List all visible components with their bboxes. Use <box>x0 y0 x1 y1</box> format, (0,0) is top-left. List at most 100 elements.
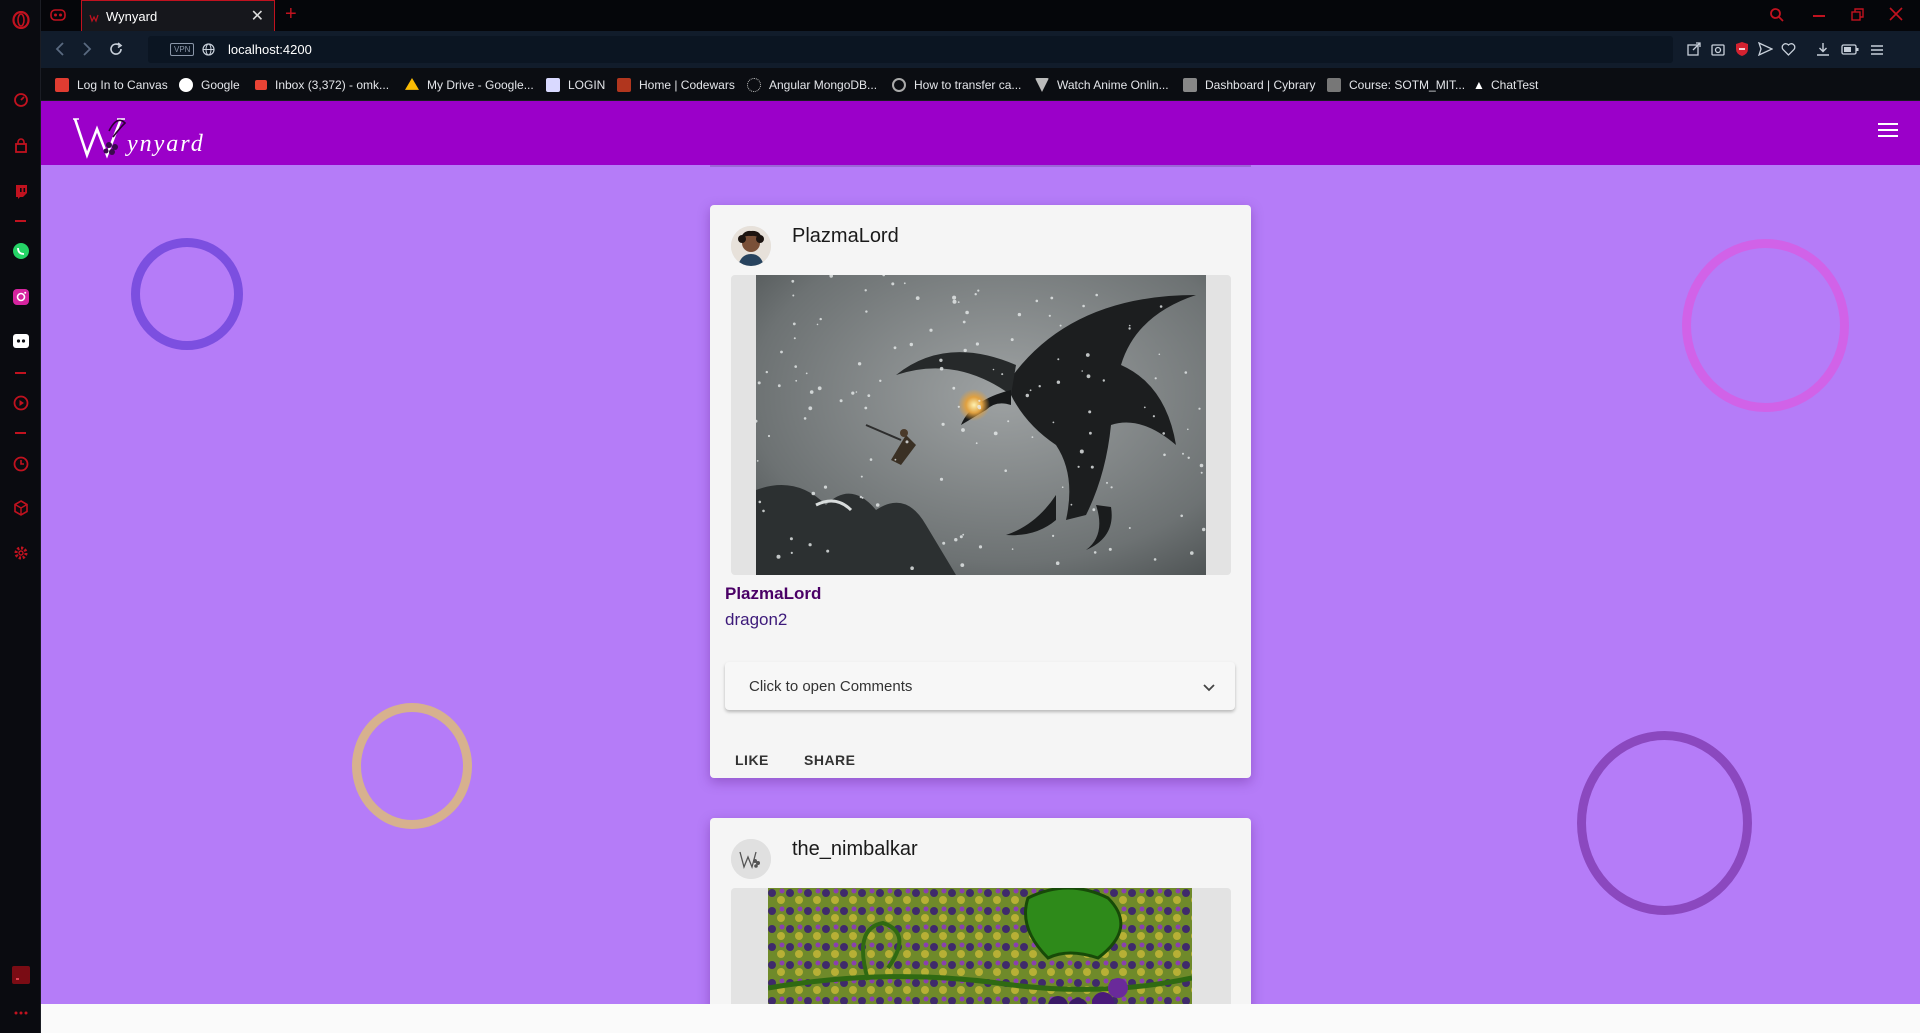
login-icon <box>546 78 560 92</box>
bookmark-label: My Drive - Google... <box>427 78 534 92</box>
opera-logo-icon[interactable] <box>10 9 31 30</box>
previous-post-card-edge <box>710 165 1251 167</box>
instagram-icon[interactable] <box>10 286 31 307</box>
user-avatar[interactable] <box>731 226 771 266</box>
bookmark-label: Google <box>201 78 240 92</box>
bookmark-item[interactable]: Angular MongoDB... <box>747 77 877 93</box>
bookmark-item[interactable]: Home | Codewars <box>617 77 735 93</box>
bookmark-item[interactable]: Google <box>179 77 240 93</box>
sidebar-separator <box>15 432 26 434</box>
comments-panel-label: Click to open Comments <box>749 678 913 695</box>
twitch-icon[interactable] <box>10 180 31 201</box>
vpn-badge[interactable]: VPN <box>170 43 195 56</box>
address-bar[interactable]: VPN localhost:4200 <box>148 36 1673 63</box>
anime-icon <box>1035 78 1049 92</box>
bookmark-item[interactable]: Watch Anime Onlin... <box>1035 77 1169 93</box>
bookmark-label: LOGIN <box>568 78 606 92</box>
bookmark-item[interactable]: My Drive - Google... <box>405 77 534 93</box>
post-image[interactable] <box>756 275 1206 575</box>
decorative-ring <box>131 238 243 350</box>
bookmark-label: Dashboard | Cybrary <box>1205 78 1316 92</box>
gmail-icon <box>255 80 267 90</box>
decorative-ring <box>352 703 472 829</box>
post-image-frame <box>731 275 1231 575</box>
github-icon <box>892 78 906 92</box>
forward-icon[interactable] <box>82 42 92 61</box>
snapshot-icon[interactable] <box>1711 42 1725 61</box>
settings-icon[interactable] <box>10 542 31 563</box>
tab-close-button[interactable]: ✕ <box>251 6 264 26</box>
sidebar-app-icon[interactable] <box>10 964 31 985</box>
battery-saver-icon[interactable] <box>1841 43 1859 61</box>
tab-search-icon[interactable] <box>1769 7 1785 28</box>
downloads-icon[interactable] <box>1816 42 1830 61</box>
app-viewport: ynyard PlazmaLord PlazmaLord dragon2 Cli… <box>41 101 1920 1004</box>
close-window-button[interactable] <box>1889 7 1903 26</box>
url-input[interactable]: localhost:4200 <box>228 42 312 57</box>
bookmark-item[interactable]: How to transfer ca... <box>892 77 1021 93</box>
globe-icon <box>202 43 215 61</box>
tab-wynyard[interactable]: Wynyard ✕ <box>81 0 275 31</box>
post-caption: dragon2 <box>725 610 788 629</box>
adblock-icon[interactable] <box>1735 41 1749 62</box>
decorative-ring <box>1682 239 1849 412</box>
user-avatar[interactable] <box>731 839 771 879</box>
more-icon[interactable] <box>10 1002 31 1023</box>
bookmark-label: How to transfer ca... <box>914 78 1022 92</box>
drive-icon <box>405 78 419 90</box>
google-icon <box>179 78 193 92</box>
share-page-icon[interactable] <box>1687 42 1701 61</box>
favorites-heart-icon[interactable] <box>1781 42 1796 61</box>
tab-title: Wynyard <box>106 9 158 24</box>
bookmark-label: Watch Anime Onlin... <box>1057 78 1169 92</box>
page-bottom-strip <box>41 1004 1920 1033</box>
post-card: PlazmaLord PlazmaLord dragon2 Click to o… <box>710 205 1251 778</box>
bookmark-item[interactable]: Inbox (3,372) - omk... <box>255 77 389 93</box>
sidebar-separator <box>15 372 26 374</box>
angular-icon <box>747 78 761 92</box>
app-toolbar: ynyard <box>41 101 1920 165</box>
hamburger-menu-icon[interactable] <box>1878 123 1898 139</box>
discord-icon[interactable] <box>10 330 31 351</box>
comments-expansion-panel[interactable]: Click to open Comments <box>725 662 1235 710</box>
bookmark-item[interactable]: Dashboard | Cybrary <box>1183 77 1316 93</box>
svg-text:ynyard: ynyard <box>125 131 205 157</box>
back-icon[interactable] <box>55 42 65 61</box>
bookmark-label: Course: SOTM_MIT... <box>1349 78 1466 92</box>
post-username[interactable]: the_nimbalkar <box>792 838 918 861</box>
chevron-down-icon <box>1203 679 1215 697</box>
post-title: PlazmaLord <box>725 584 822 603</box>
like-button[interactable]: LIKE <box>725 750 779 770</box>
tab-strip: Wynyard ✕ + <box>41 0 1920 31</box>
player-icon[interactable] <box>10 392 31 413</box>
easy-setup-icon[interactable] <box>1870 43 1884 61</box>
send-icon[interactable] <box>1757 41 1774 61</box>
extensions-icon[interactable] <box>10 497 31 518</box>
history-icon[interactable] <box>10 453 31 474</box>
bookmark-item[interactable]: LOGIN <box>546 77 605 93</box>
tab-favicon-icon <box>89 11 99 26</box>
bookmark-item[interactable]: ▲ ChatTest <box>1473 77 1538 93</box>
new-tab-button[interactable]: + <box>285 3 297 26</box>
reload-icon[interactable] <box>108 41 124 62</box>
share-button[interactable]: SHARE <box>794 750 866 770</box>
minimize-button[interactable] <box>1813 15 1825 17</box>
speed-dial-icon[interactable] <box>10 89 31 110</box>
post-image[interactable] <box>768 888 1192 1004</box>
address-bar-row: VPN localhost:4200 <box>41 31 1920 68</box>
bookmark-item[interactable]: Log In to Canvas <box>55 77 168 93</box>
post-image-frame <box>731 888 1231 1004</box>
wynyard-logo[interactable]: ynyard <box>69 107 229 163</box>
sidebar-separator <box>15 220 26 222</box>
codewars-icon <box>617 78 631 92</box>
bookmark-label: Log In to Canvas <box>77 78 168 92</box>
post-username[interactable]: PlazmaLord <box>792 225 899 248</box>
workspaces-icon[interactable] <box>50 8 66 27</box>
bookmark-item[interactable]: Course: SOTM_MIT... <box>1327 77 1465 93</box>
restore-button[interactable] <box>1851 8 1865 27</box>
decorative-ring <box>1577 731 1752 915</box>
cybrary-icon <box>1183 78 1197 92</box>
whatsapp-icon[interactable] <box>10 240 31 261</box>
bookmarks-bar: Log In to Canvas Google Inbox (3,372) - … <box>41 68 1920 101</box>
shopping-icon[interactable] <box>10 135 31 156</box>
